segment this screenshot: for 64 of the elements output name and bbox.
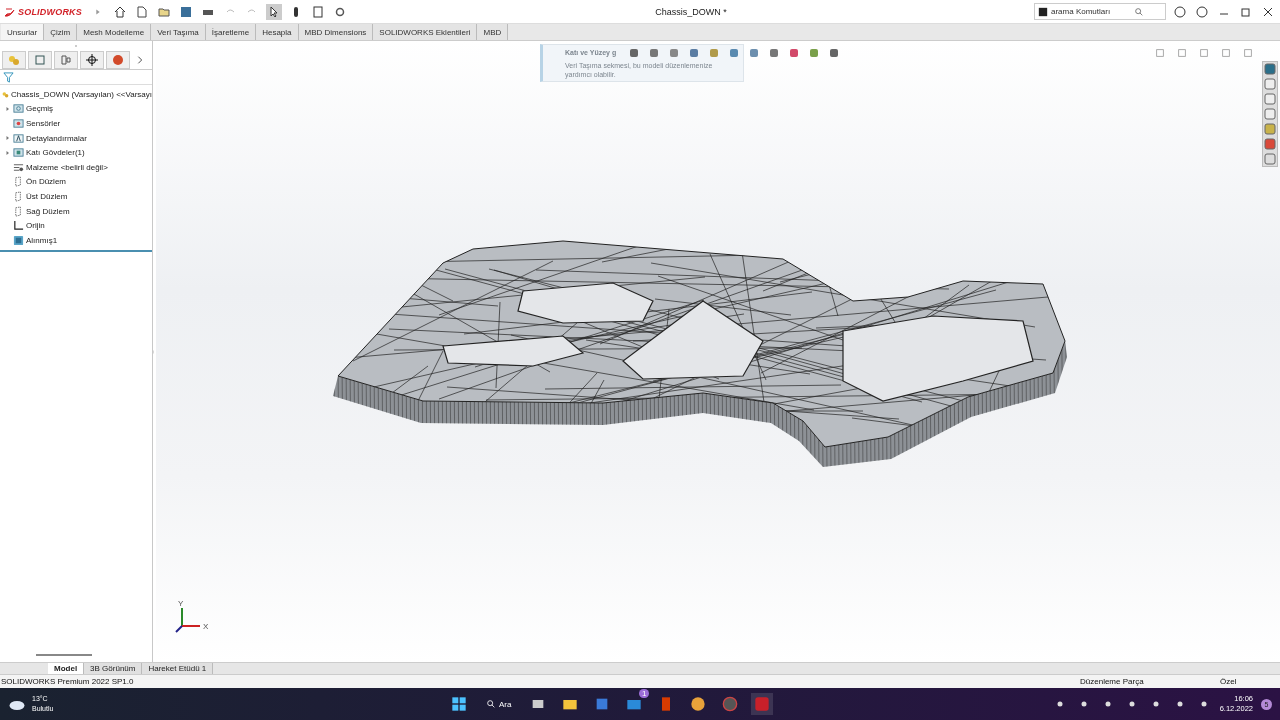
new-document-icon[interactable] bbox=[136, 5, 148, 18]
grip-icon[interactable] bbox=[73, 43, 79, 49]
command-tab[interactable]: Unsurlar bbox=[1, 24, 45, 40]
plane-icon bbox=[13, 190, 24, 202]
app-logo: SOLIDWORKS bbox=[18, 6, 82, 17]
file-properties-icon[interactable] bbox=[312, 5, 324, 18]
expand-arrow-icon[interactable] bbox=[4, 105, 11, 112]
dimxpert-tab[interactable] bbox=[80, 51, 104, 69]
app-badge: 1 bbox=[639, 689, 650, 698]
tree-item[interactable]: Katı Gövdeler(1) bbox=[26, 148, 85, 158]
list-icon bbox=[34, 54, 46, 66]
configuration-manager-tab[interactable] bbox=[54, 51, 78, 69]
model-tab[interactable]: 3B Görünüm bbox=[84, 663, 143, 674]
status-text: SOLIDWORKS Premium 2022 SP1.0 bbox=[1, 677, 135, 686]
origin-icon bbox=[13, 220, 24, 232]
units-dropdown[interactable]: Özel bbox=[1220, 677, 1280, 686]
select-pointer-icon[interactable] bbox=[268, 5, 280, 18]
command-tab[interactable]: Veri Taşıma bbox=[151, 24, 206, 40]
crosshair-icon bbox=[86, 54, 98, 66]
display-manager-tab[interactable] bbox=[106, 51, 130, 69]
model-tab[interactable]: Hareket Etüdü 1 bbox=[142, 663, 214, 674]
command-tab[interactable]: Mesh Modelleme bbox=[77, 24, 152, 40]
folder-icon bbox=[13, 103, 24, 115]
window-title: Chassis_DOWN * bbox=[654, 6, 728, 17]
command-tab[interactable]: SOLIDWORKS Eklentileri bbox=[373, 24, 478, 40]
ds-logo-icon bbox=[4, 5, 16, 18]
command-tab[interactable]: Hesapla bbox=[256, 24, 299, 40]
search-icon bbox=[1134, 6, 1144, 17]
tree-item[interactable]: Chassis_DOWN (Varsayılan) <<Varsayı bbox=[10, 89, 152, 99]
scrollbar[interactable] bbox=[36, 654, 92, 656]
tree-item[interactable]: Malzeme <belirli değil> bbox=[26, 162, 108, 172]
status-mode: Düzenleme Parça bbox=[1080, 677, 1145, 686]
color-ball-icon bbox=[112, 54, 124, 66]
tree-item[interactable]: Alınmış1 bbox=[26, 235, 58, 245]
terminal-icon bbox=[1038, 6, 1048, 17]
part-icon bbox=[8, 54, 20, 66]
filter-icon[interactable] bbox=[3, 71, 14, 83]
tree-item[interactable]: Sensörler bbox=[26, 119, 61, 128]
tree-item[interactable]: Üst Düzlem bbox=[26, 191, 68, 201]
command-tab[interactable]: Çizim bbox=[44, 24, 78, 40]
material-icon bbox=[13, 161, 24, 173]
command-tab[interactable]: MBD Dimensions bbox=[298, 24, 374, 40]
tree-item[interactable]: Sağ Düzlem bbox=[26, 206, 70, 216]
plane-icon bbox=[13, 176, 24, 188]
command-tab[interactable]: MBD bbox=[477, 24, 509, 40]
property-manager-tab[interactable] bbox=[28, 51, 52, 69]
plane-icon bbox=[13, 205, 24, 217]
taskbar-search-button[interactable]: Ara bbox=[480, 697, 518, 711]
bodies-icon bbox=[13, 147, 24, 159]
annotation-icon bbox=[13, 132, 24, 144]
search-icon bbox=[486, 699, 496, 709]
tree-item[interactable]: Geçmiş bbox=[26, 104, 54, 114]
tree-item[interactable]: Orijin bbox=[26, 221, 45, 231]
tree-item[interactable]: Ön Düzlem bbox=[26, 177, 66, 187]
command-tab[interactable]: İşaretleme bbox=[205, 24, 257, 40]
search-box[interactable]: arama Komutları bbox=[1034, 3, 1166, 20]
tree-item[interactable]: Detaylandırmalar bbox=[26, 133, 87, 143]
open-folder-icon[interactable] bbox=[158, 5, 170, 18]
imported-body-icon bbox=[13, 234, 24, 246]
windows-start-icon[interactable] bbox=[451, 696, 467, 712]
axis-triad-drawing: Y X bbox=[172, 598, 216, 634]
configuration-icon bbox=[60, 54, 72, 66]
sensor-icon bbox=[13, 118, 24, 129]
model-tab[interactable]: Model bbox=[48, 663, 85, 674]
